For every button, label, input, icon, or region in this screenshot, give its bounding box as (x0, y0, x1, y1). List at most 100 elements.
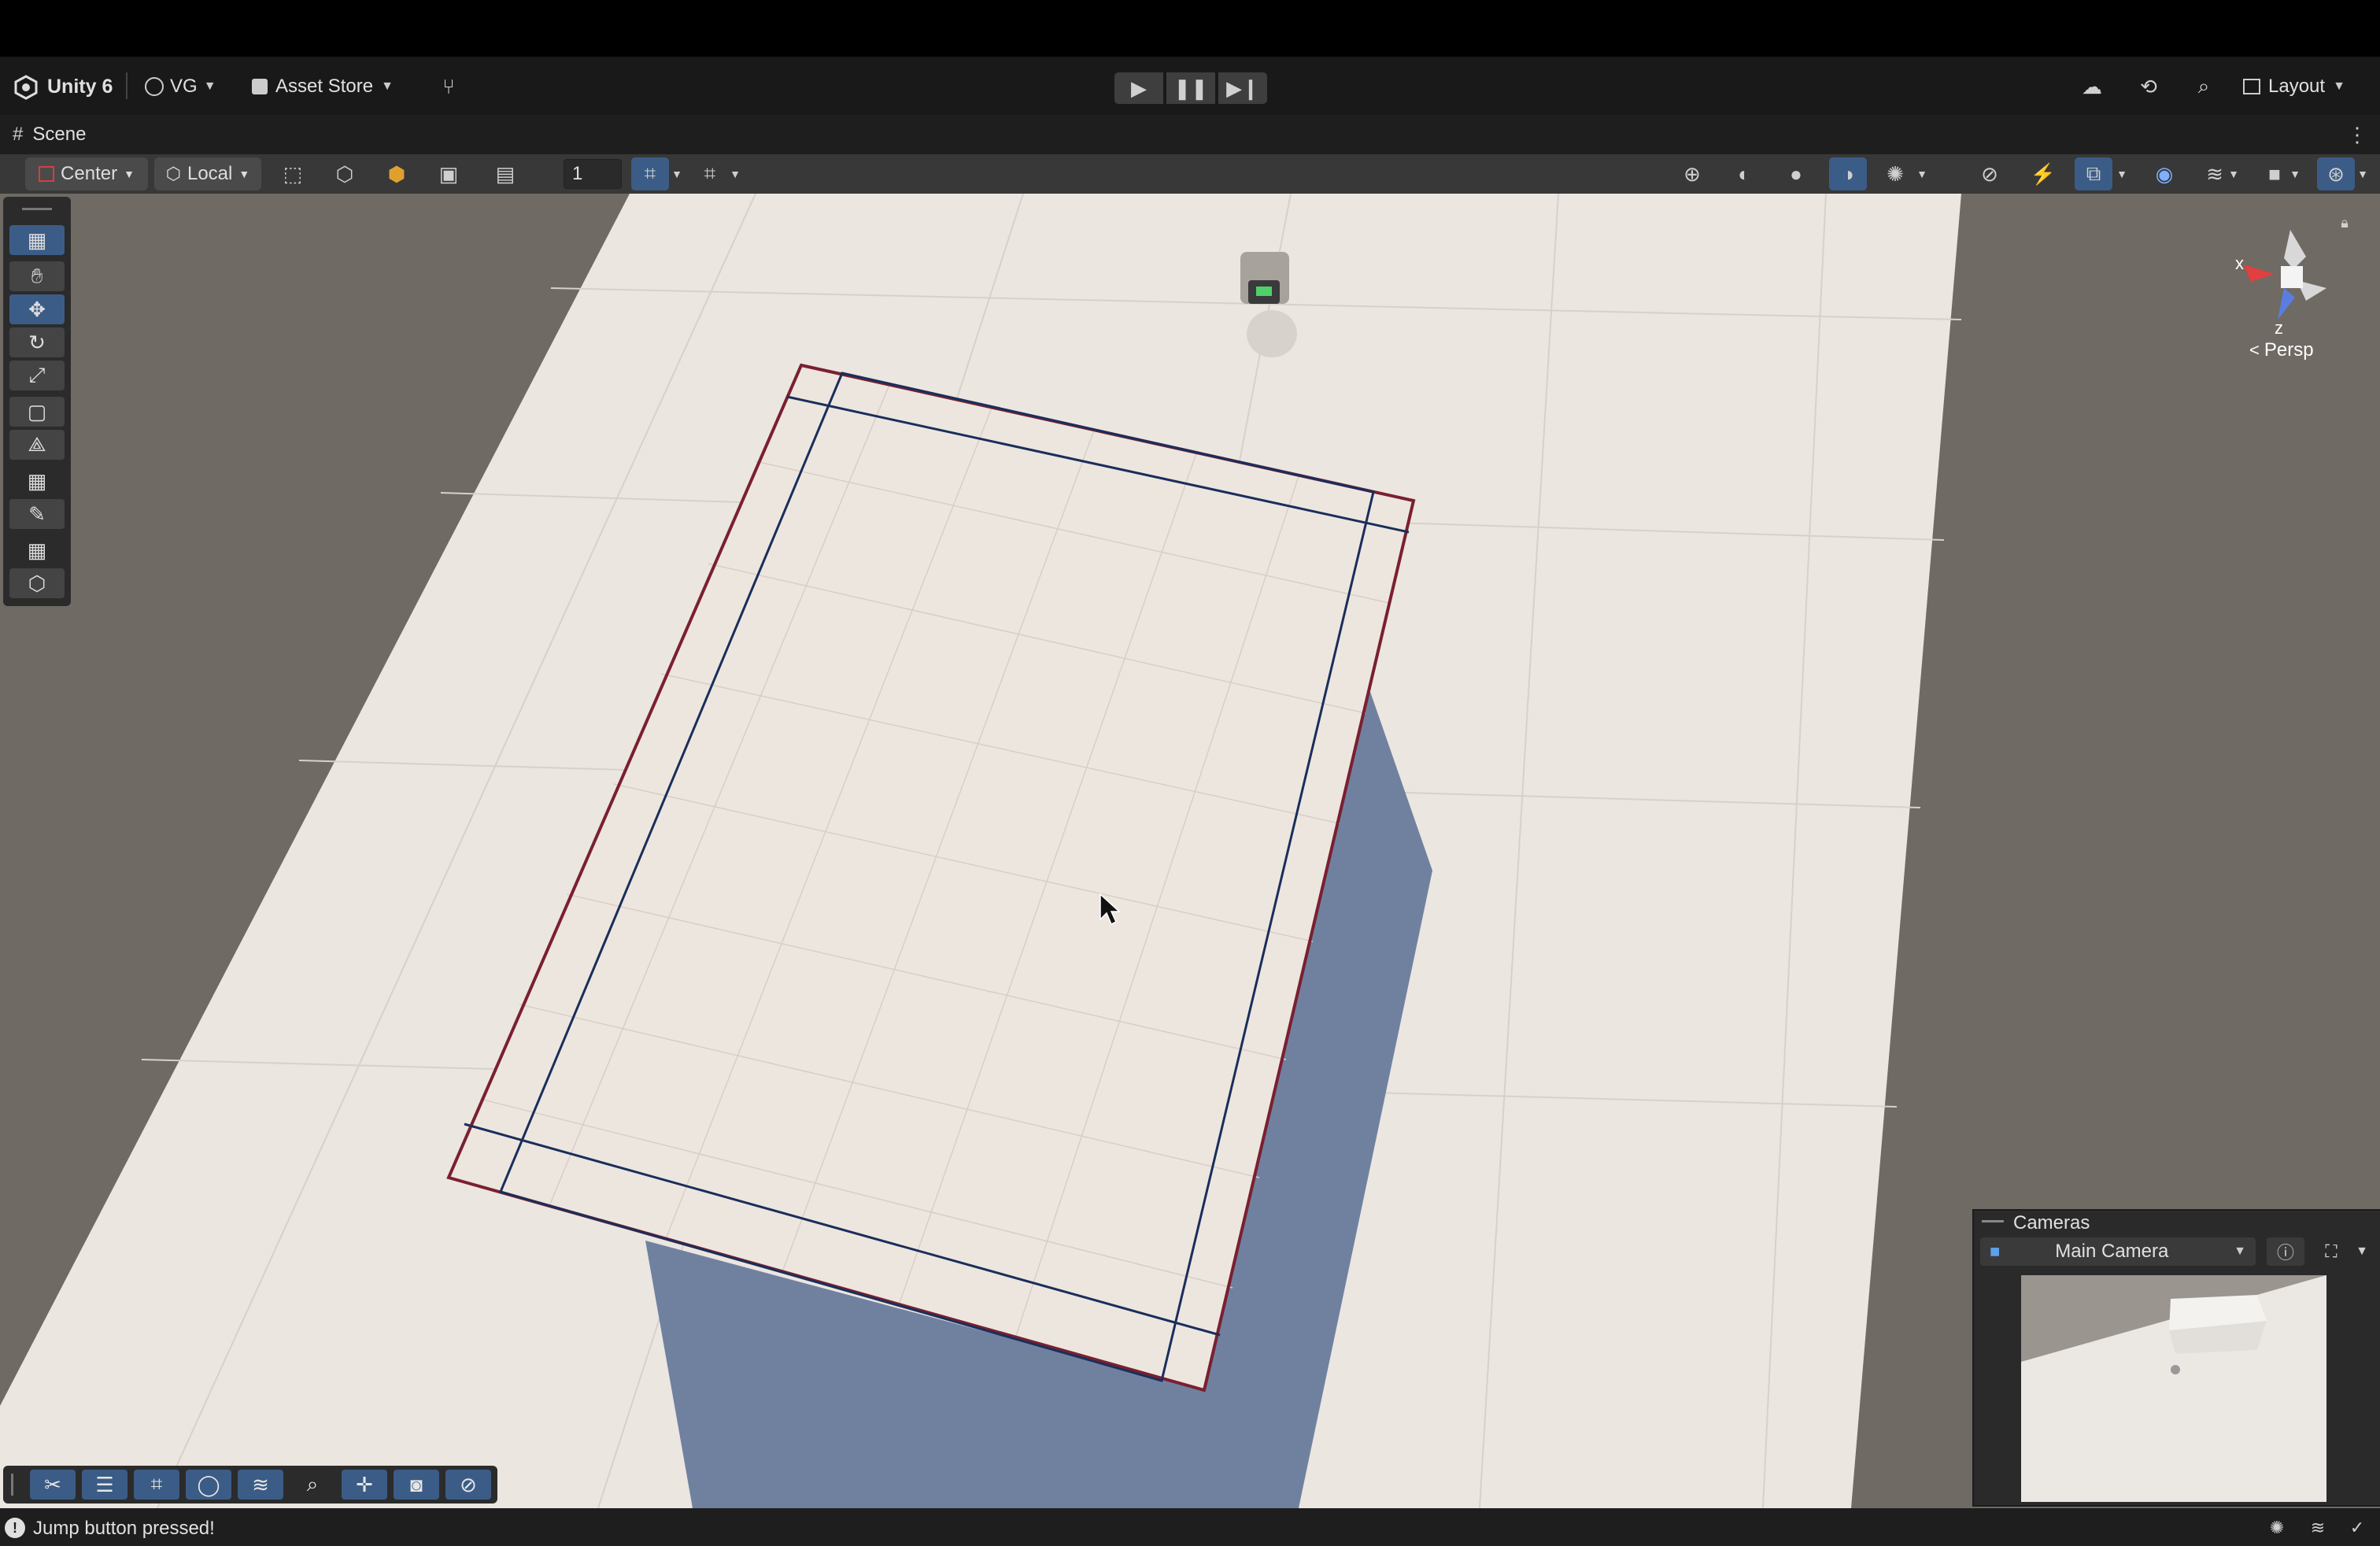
pen-tool-icon[interactable]: ✎ (9, 499, 65, 529)
chevron-down-icon: ▼ (2234, 1245, 2246, 1258)
unity-logo-icon (13, 74, 39, 101)
snap-increment-value: 1 (572, 163, 583, 184)
shaded-icon[interactable]: ● (1777, 157, 1815, 190)
chevron-down-icon: ▼ (381, 80, 394, 93)
axis-icon[interactable]: ✛ (342, 1470, 387, 1500)
top-black-strip (0, 0, 2380, 57)
pivot-center-icon (39, 166, 55, 182)
asset-store-dropdown[interactable]: Asset Store ▼ (252, 72, 417, 101)
app-name: Unity 6 (47, 76, 113, 98)
rect-select-icon[interactable]: ⬚ (274, 157, 312, 190)
status-message[interactable]: Jump button pressed! (33, 1518, 215, 1540)
chevron-down-icon[interactable]: ▼ (2284, 157, 2306, 190)
back-chevron-icon: < (2249, 340, 2260, 360)
account-dropdown[interactable]: VG ▼ (145, 72, 228, 101)
camera-select-dropdown[interactable]: ■ Main Camera ▼ (1980, 1237, 2256, 1266)
gizmo-x-label: x (2235, 253, 2244, 273)
check-icon[interactable]: ✓ (2344, 1515, 2371, 1541)
debug-icon[interactable]: ✺ (1876, 157, 1914, 190)
scene-tab-bar: # Scene ⋮ (0, 115, 2380, 156)
rotate-tool-icon[interactable]: ↻ (9, 327, 65, 357)
lighting-icon[interactable]: ◑ (1829, 157, 1867, 190)
compass-icon[interactable]: ⊘ (445, 1470, 491, 1500)
lighting-circle-icon[interactable]: ◯ (186, 1470, 231, 1500)
bug-icon[interactable]: ✺ (2264, 1515, 2290, 1541)
box-tool-icon[interactable]: ⬡ (9, 568, 65, 598)
more-options-icon[interactable]: ⋮ (2345, 121, 2369, 148)
version-control-icon[interactable]: ⑂ (434, 72, 463, 101)
frame-select-icon[interactable]: ▤ (486, 157, 524, 190)
shopping-bag-icon (252, 79, 268, 94)
chevron-down-icon[interactable]: ▼ (2350, 1237, 2374, 1266)
info-icon[interactable]: ⓘ (2267, 1237, 2304, 1266)
zoom-icon[interactable]: ⌕ (290, 1470, 335, 1500)
grid-edit-icon[interactable]: ▦ (9, 535, 65, 565)
move-tool-icon[interactable]: ✥ (9, 294, 65, 324)
chevron-down-icon: ▼ (203, 80, 216, 93)
chevron-down-icon[interactable]: ▼ (2352, 157, 2374, 190)
tab-scene[interactable]: # Scene (13, 121, 86, 148)
chevron-down-icon[interactable]: ▼ (2111, 157, 2133, 190)
chevron-down-icon: ▼ (2333, 80, 2345, 93)
draw-mode-icon[interactable]: ⊕ (1673, 157, 1711, 190)
chevron-down-icon[interactable]: ▼ (724, 157, 746, 190)
history-icon[interactable]: ⟲ (2133, 72, 2164, 101)
cube-icon: ⬡ (165, 164, 181, 183)
cloud-icon[interactable]: ☁ (2076, 72, 2108, 101)
pivot-mode-dropdown[interactable]: Center ▼ (25, 157, 148, 190)
chevron-down-icon: ▼ (124, 168, 135, 180)
orientation-gizmo[interactable]: x z (2227, 225, 2345, 338)
camera-preview (2021, 1275, 2326, 1502)
account-icon (145, 77, 164, 96)
chevron-down-icon: ▼ (238, 168, 250, 180)
projection-label: Persp (2264, 339, 2314, 361)
scene-visibility-icon[interactable]: ⊘ (1971, 157, 2009, 190)
cameras-title: Cameras (2013, 1212, 2090, 1233)
overlay-toolbar: ✂ ☰ ⌗ ◯ ≋ ⌕ ✛ ◙ ⊘ (3, 1466, 497, 1503)
scale-tool-icon[interactable]: ⤢ (9, 361, 65, 390)
gizmos-icon[interactable]: ⊛ (2317, 157, 2355, 190)
camera-icon: ■ (1990, 1241, 2001, 1261)
layers-stack-icon[interactable]: ≋ (238, 1470, 283, 1500)
rect-tool-icon[interactable]: ▢ (9, 397, 65, 427)
layers-icon[interactable]: ≋ (2304, 1515, 2331, 1541)
transform-tool-icon[interactable]: ⟁ (9, 430, 65, 460)
wireframe-cube-icon[interactable]: ⬡ (326, 157, 364, 190)
projection-toggle[interactable]: < Persp (2249, 338, 2314, 362)
effects-icon[interactable]: ⚡ (2024, 157, 2062, 190)
grid-snap-icon[interactable]: ⌗ (631, 157, 669, 190)
drag-handle[interactable] (1982, 1220, 2004, 1222)
tools-icon[interactable]: ✂ (30, 1470, 76, 1500)
shaded-wire-icon[interactable]: ◐ (1725, 157, 1763, 190)
paint-cube-icon[interactable]: ▣ (430, 157, 468, 190)
maximize-icon[interactable]: ⛶ (2314, 1237, 2349, 1266)
play-button[interactable]: ▶ (1114, 72, 1163, 104)
main-toolbar: Unity 6 VG ▼ Asset Store ▼ ⑂ ▶ ❚❚ ▶❙ ☁ ⟲… (0, 57, 2380, 115)
hash-icon: # (13, 124, 24, 145)
pivot-rotation-dropdown[interactable]: ⬡ Local ▼ (154, 157, 261, 190)
step-button[interactable]: ▶❙ (1218, 72, 1267, 104)
sliders-icon[interactable]: ☰ (82, 1470, 128, 1500)
grid-visibility-icon[interactable]: ⌗ (691, 157, 729, 190)
camera-view-icon[interactable]: ◙ (394, 1470, 439, 1500)
hand-tool-icon[interactable]: ✋︎ (9, 261, 65, 291)
solid-cube-icon[interactable]: ⬢ (378, 157, 416, 190)
drag-handle[interactable] (11, 1474, 13, 1496)
gizmo-tools-icon[interactable]: ⧉ (2075, 157, 2112, 190)
eye-icon[interactable]: ◉ (2145, 157, 2183, 190)
grid-tool-icon[interactable]: ▦ (9, 225, 65, 255)
pause-button[interactable]: ❚❚ (1166, 72, 1215, 104)
status-bar: ! Jump button pressed! ✺ ≋ ✓ (0, 1508, 2380, 1546)
lock-icon[interactable]: 🔒︎ (2334, 213, 2355, 233)
layout-dropdown[interactable]: Layout ▼ (2243, 72, 2369, 101)
chevron-down-icon[interactable]: ▼ (1911, 157, 1933, 190)
drag-handle[interactable] (22, 208, 52, 210)
chevron-down-icon[interactable]: ▼ (666, 157, 688, 190)
asset-store-label: Asset Store (275, 76, 374, 97)
search-icon[interactable]: ⌕ (2188, 72, 2219, 101)
grid-hatch-icon[interactable]: ⌗ (134, 1470, 179, 1500)
snap-increment-field[interactable]: 1 (564, 159, 622, 189)
grid-brush-icon[interactable]: ▦ (9, 466, 65, 496)
chevron-down-icon[interactable]: ▼ (2223, 157, 2245, 190)
layout-icon (2243, 79, 2260, 94)
